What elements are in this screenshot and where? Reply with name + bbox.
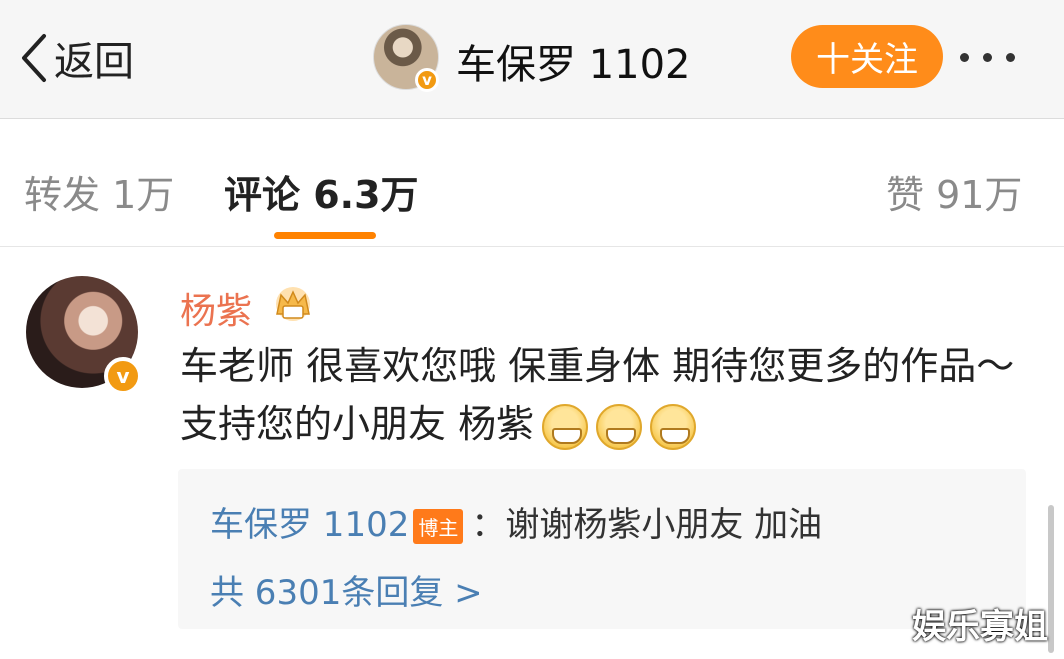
tab-comment[interactable]: 评论 6.3万 bbox=[224, 164, 419, 219]
reply-preview[interactable]: 车保罗 1102 博主 ：谢谢杨紫小朋友 加油 共 6301条回复 > bbox=[178, 469, 1026, 629]
chevron-left-icon bbox=[22, 34, 46, 82]
top-bar: 返回 v 车保罗 1102 十关注 bbox=[0, 0, 1064, 119]
verified-icon: v bbox=[104, 357, 142, 395]
author-badge: 博主 bbox=[413, 509, 464, 544]
grin-emoji-icon bbox=[542, 403, 589, 450]
follow-button[interactable]: 十关注 bbox=[791, 25, 943, 88]
author-name[interactable]: 车保罗 1102 bbox=[456, 32, 691, 90]
crown-badge-icon[interactable] bbox=[268, 284, 318, 324]
tab-repost[interactable]: 转发 1万 bbox=[24, 164, 174, 219]
stats-tab-bar: 转发 1万 评论 6.3万 赞 91万 bbox=[0, 128, 1064, 247]
scrollbar[interactable] bbox=[1048, 505, 1054, 653]
reply-author[interactable]: 车保罗 1102 bbox=[210, 505, 409, 545]
back-button[interactable]: 返回 bbox=[18, 30, 134, 86]
grin-emoji-icon bbox=[650, 403, 697, 450]
verified-icon: v bbox=[415, 68, 439, 92]
reply-text: ：谢谢杨紫小朋友 加油 bbox=[471, 505, 823, 545]
comment-text: 车老师 很喜欢您哦 保重身体 期待您更多的作品～支持您的小朋友 杨紫 bbox=[180, 337, 1030, 453]
view-replies-link[interactable]: 共 6301条回复 > bbox=[210, 565, 483, 614]
grin-emoji-icon bbox=[596, 403, 643, 450]
more-icon bbox=[960, 52, 1015, 62]
more-button[interactable] bbox=[960, 36, 1030, 78]
tab-like[interactable]: 赞 91万 bbox=[886, 164, 1022, 219]
watermark: 娱乐寡姐 bbox=[912, 607, 1048, 647]
commenter-name[interactable]: 杨紫 bbox=[180, 282, 252, 334]
reply-line: 车保罗 1102 博主 ：谢谢杨紫小朋友 加油 bbox=[210, 497, 822, 546]
back-label: 返回 bbox=[54, 39, 134, 85]
active-tab-indicator bbox=[274, 232, 376, 239]
